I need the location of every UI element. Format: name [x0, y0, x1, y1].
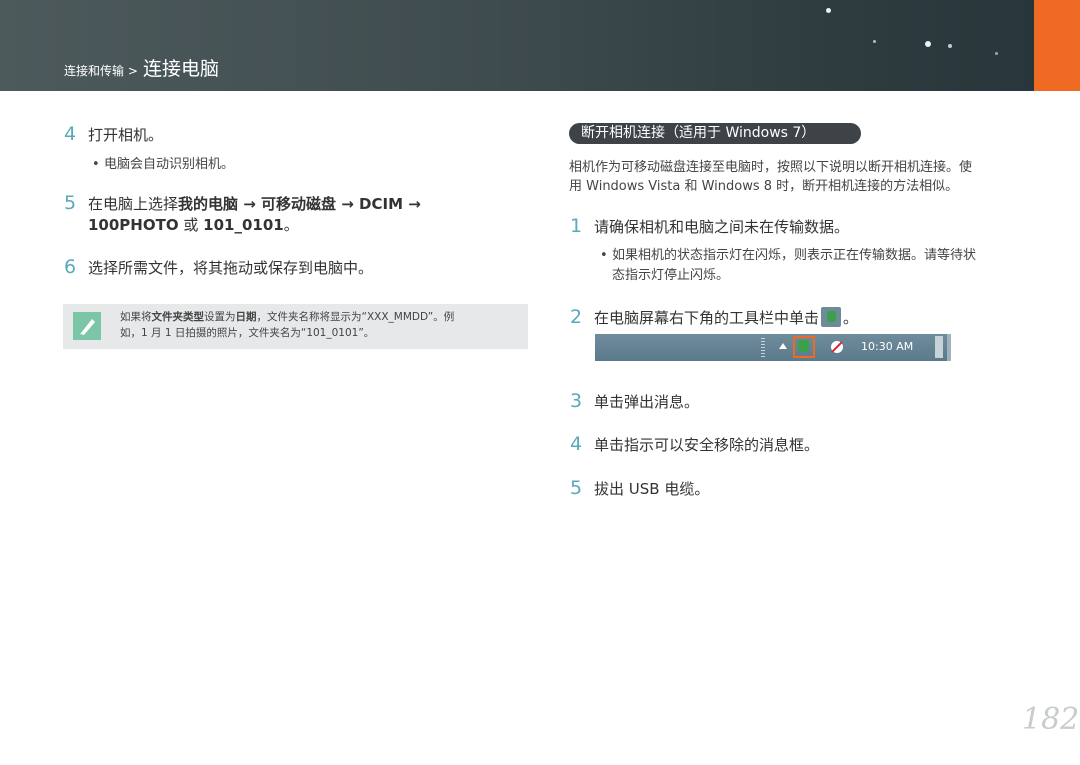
note-box: 如果将文件夹类型设置为日期，文件夹名称将显示为“XXX_MMDD”。例 如，1 … — [63, 304, 528, 349]
windows-taskbar: 10:30 AM — [595, 334, 951, 361]
show-hidden-icons-icon[interactable] — [779, 343, 787, 349]
intro-line: 相机作为可移动磁盘连接至电脑时，按照以下说明以断开相机连接。使 — [569, 160, 973, 175]
step-4-open-camera: 4 打开相机。 — [64, 123, 163, 145]
decorative-sparkle — [948, 44, 952, 48]
step-5-unplug-usb: 5 拔出 USB 电缆。 — [570, 477, 709, 499]
decorative-sparkle — [995, 52, 998, 55]
step-number: 5 — [570, 477, 583, 499]
chapter-tab — [1034, 0, 1080, 91]
note-term: 日期 — [235, 311, 257, 323]
bullet-text: 如果相机的状态指示灯在闪烁，则表示正在传输数据。请等待状 — [612, 248, 977, 263]
section-title: 断开相机连接（适用于 Windows 7） — [569, 123, 861, 144]
section-intro: 相机作为可移动磁盘连接至电脑时，按照以下说明以断开相机连接。使 用 Window… — [569, 158, 1039, 196]
step-5-select-folder: 5 在电脑上选择我的电脑 → 可移动磁盘 → DCIM → — [64, 192, 421, 214]
step-text: 选择所需文件，将其拖动或保存到电脑中。 — [88, 259, 374, 277]
step-text: 在电脑屏幕右下角的工具栏中单击 — [594, 309, 820, 327]
step-5-line2: 100PHOTO 或 101_0101。 — [88, 214, 299, 235]
clock[interactable]: 10:30 AM — [861, 340, 913, 353]
step-number: 4 — [64, 123, 77, 145]
decorative-sparkle — [873, 40, 876, 43]
step-text: 打开相机。 — [88, 126, 164, 144]
step-text: 单击指示可以安全移除的消息框。 — [594, 436, 820, 454]
folder-name: 101_0101 — [203, 216, 284, 234]
breadcrumb: 连接和传输 > 连接电脑 — [64, 54, 219, 81]
step-number: 4 — [570, 433, 583, 455]
step-path: 我的电脑 → 可移动磁盘 → DCIM → — [178, 195, 421, 213]
step-number: 5 — [64, 192, 77, 214]
page-header: 连接和传输 > 连接电脑 — [0, 0, 1080, 91]
safely-remove-hardware-tray-icon[interactable] — [798, 340, 809, 352]
step-text: 。 — [843, 309, 859, 327]
note-part: 如，1 月 1 日拍摄的照片，文件夹名为“101_0101”。 — [120, 327, 375, 339]
decorative-sparkle — [826, 8, 831, 13]
step-4-bullet: • 电脑会自动识别相机。 — [92, 153, 234, 172]
note-text: 如果将文件夹类型设置为日期，文件夹名称将显示为“XXX_MMDD”。例 如，1 … — [120, 309, 520, 341]
note-part: 设置为 — [204, 311, 236, 323]
step-text: 在电脑上选择 — [88, 195, 179, 213]
step-1-bullet: • 如果相机的状态指示灯在闪烁，则表示正在传输数据。请等待状 态指示灯停止闪烁。 — [600, 246, 976, 286]
step-text: 。 — [283, 216, 299, 234]
step-1-check-transfer: 1 请确保相机和电脑之间未在传输数据。 — [570, 215, 849, 237]
step-text: 拔出 USB 电缆。 — [594, 480, 710, 498]
step-text: 或 — [178, 216, 204, 234]
bullet-text: 电脑会自动识别相机。 — [104, 157, 235, 172]
step-text: 单击弹出消息。 — [594, 393, 700, 411]
page-number: 182 — [1022, 702, 1080, 737]
step-4-click-message: 4 单击指示可以安全移除的消息框。 — [570, 433, 819, 455]
bullet-text: 态指示灯停止闪烁。 — [612, 268, 730, 283]
note-part: 如果将 — [120, 311, 152, 323]
note-part: ，文件夹名称将显示为“XXX_MMDD”。例 — [256, 311, 455, 323]
step-number: 1 — [570, 215, 583, 237]
step-2-click-tray: 2 在电脑屏幕右下角的工具栏中单击 。 — [570, 306, 858, 328]
intro-line: 用 Windows Vista 和 Windows 8 时，断开相机连接的方法相… — [569, 179, 959, 194]
taskbar-grip[interactable] — [761, 338, 765, 357]
step-number: 6 — [64, 256, 77, 278]
volume-muted-icon[interactable] — [831, 341, 843, 353]
note-term: 文件夹类型 — [151, 311, 205, 323]
step-3-click-popup: 3 单击弹出消息。 — [570, 390, 699, 412]
pen-note-icon — [73, 312, 101, 340]
show-desktop-button[interactable] — [935, 336, 943, 358]
breadcrumb-parent[interactable]: 连接和传输 > — [64, 64, 138, 78]
step-text: 请确保相机和电脑之间未在传输数据。 — [594, 218, 850, 236]
decorative-sparkle — [925, 41, 931, 47]
step-number: 3 — [570, 390, 583, 412]
safely-remove-hardware-icon — [821, 307, 842, 327]
bullet-dot: • — [600, 248, 608, 263]
step-6-save-files: 6 选择所需文件，将其拖动或保存到电脑中。 — [64, 256, 373, 278]
step-number: 2 — [570, 306, 583, 328]
breadcrumb-current: 连接电脑 — [142, 58, 219, 80]
bullet-dot: • — [92, 157, 100, 172]
folder-name: 100PHOTO — [88, 216, 179, 234]
